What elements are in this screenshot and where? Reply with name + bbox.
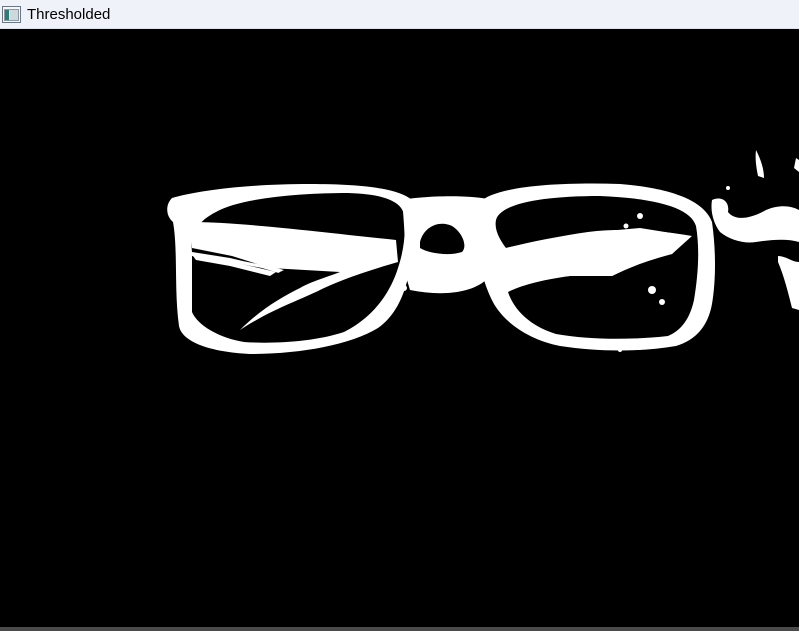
app-window-icon: [2, 5, 21, 23]
image-window: Thresholded: [0, 0, 799, 631]
window-bottom-border: [0, 627, 799, 631]
binary-glasses-image: [0, 29, 799, 627]
title-bar[interactable]: Thresholded: [0, 0, 799, 29]
thresholded-image[interactable]: [0, 29, 799, 627]
window-title: Thresholded: [27, 5, 111, 23]
